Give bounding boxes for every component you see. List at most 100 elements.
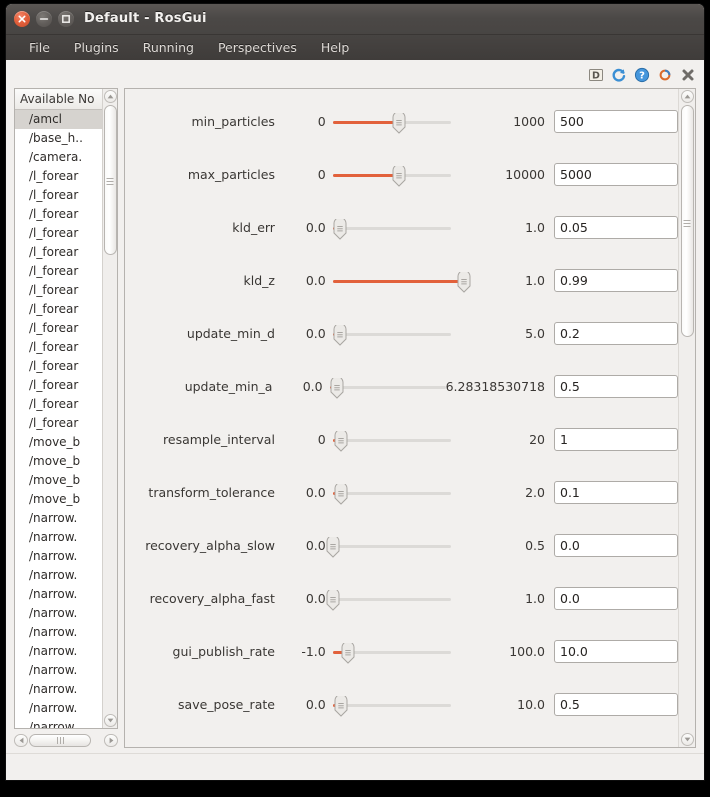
list-item[interactable]: /narrow. [15,604,102,623]
slider-handle[interactable] [457,269,471,293]
slider-handle[interactable] [392,110,406,134]
list-item[interactable]: /move_b [15,490,102,509]
list-item[interactable]: /l_forear [15,414,102,433]
reload-icon[interactable] [609,65,629,85]
list-item[interactable]: /amcl [15,110,102,129]
menu-help[interactable]: Help [310,37,361,58]
list-item[interactable]: /narrow. [15,623,102,642]
list-item[interactable]: /l_forear [15,243,102,262]
slider-handle[interactable] [333,322,347,346]
node-hscroll-thumb[interactable] [29,733,91,747]
scroll-down-arrow-icon[interactable] [103,714,117,727]
slider-track[interactable] [332,544,451,548]
window-close-button[interactable] [14,11,30,27]
parameter-slider[interactable] [326,534,451,558]
list-item[interactable]: /narrow. [15,642,102,661]
parameter-slider[interactable] [332,163,451,187]
parameter-value-input[interactable] [554,322,678,345]
parameter-slider[interactable] [326,587,451,611]
parameter-value-input[interactable] [553,375,678,398]
node-list-vertical-scrollbar[interactable] [102,89,117,728]
slider-handle[interactable] [330,375,344,399]
list-item[interactable]: /narrow. [15,528,102,547]
parameter-value-input[interactable] [554,163,678,186]
slider-handle[interactable] [333,216,347,240]
list-item[interactable]: /move_b [15,471,102,490]
parameter-value-input[interactable] [554,587,678,610]
list-item[interactable]: /l_forear [15,224,102,243]
slider-handle[interactable] [334,481,348,505]
slider-handle[interactable] [392,163,406,187]
slider-track[interactable] [332,491,451,495]
list-item[interactable]: /narrow. [15,566,102,585]
parameter-value-input[interactable] [554,269,678,292]
slider-track[interactable] [329,385,446,389]
parameter-value-input[interactable] [554,110,678,133]
node-list-horizontal-scrollbar[interactable] [14,732,118,748]
list-item[interactable]: /l_forear [15,205,102,224]
param-scroll-down-arrow-icon[interactable] [680,733,694,746]
list-item[interactable]: /base_h.. [15,129,102,148]
slider-handle[interactable] [334,428,348,452]
node-list-items[interactable]: /amcl/base_h.. /camera. /l_forear/l_forear… [15,110,102,728]
menu-perspectives[interactable]: Perspectives [207,37,308,58]
param-scroll-up-arrow-icon[interactable] [680,90,694,103]
node-hscroll-track[interactable] [29,733,103,747]
scroll-right-arrow-icon[interactable] [104,733,118,747]
scroll-up-arrow-icon[interactable] [103,90,117,103]
list-item[interactable]: /narrow. [15,509,102,528]
list-item[interactable]: /l_forear [15,395,102,414]
list-item[interactable]: /l_forear [15,319,102,338]
node-scroll-track[interactable] [103,105,117,712]
parameter-slider[interactable] [332,322,451,346]
slider-track[interactable] [332,597,451,601]
list-item[interactable]: /camera. [15,148,102,167]
close-plugin-icon[interactable] [678,65,698,85]
slider-handle[interactable] [326,587,340,611]
slider-track[interactable] [332,226,451,230]
list-item[interactable]: /narrow. [15,585,102,604]
menu-plugins[interactable]: Plugins [63,37,130,58]
parameter-value-input[interactable] [554,640,678,663]
dock-d-icon[interactable]: D [586,65,606,85]
list-item[interactable]: /move_b [15,433,102,452]
list-item[interactable]: /narrow. [15,718,102,728]
parameter-slider[interactable] [332,481,451,505]
parameter-slider[interactable] [332,693,451,717]
node-scroll-thumb[interactable] [103,105,117,255]
menu-file[interactable]: File [18,37,61,58]
window-maximize-button[interactable] [58,11,74,27]
list-item[interactable]: /narrow. [15,699,102,718]
list-item[interactable]: /narrow. [15,547,102,566]
parameter-value-input[interactable] [554,534,678,557]
list-item[interactable]: /narrow. [15,680,102,699]
slider-track[interactable] [332,703,451,707]
param-scroll-track[interactable] [680,105,694,731]
list-item[interactable]: /l_forear [15,262,102,281]
parameter-value-input[interactable] [554,428,678,451]
parameter-slider[interactable] [332,110,451,134]
slider-handle[interactable] [341,640,355,664]
parameter-slider[interactable] [332,216,451,240]
help-icon[interactable]: ? [632,65,652,85]
slider-track[interactable] [332,332,451,336]
list-item[interactable]: /l_forear [15,186,102,205]
slider-handle[interactable] [334,693,348,717]
parameter-slider[interactable] [332,640,451,664]
list-item[interactable]: /l_forear [15,167,102,186]
slider-track[interactable] [332,438,451,442]
parameter-vertical-scrollbar[interactable] [678,89,695,747]
parameter-value-input[interactable] [554,481,678,504]
parameter-slider[interactable] [332,428,451,452]
list-item[interactable]: /l_forear [15,300,102,319]
window-minimize-button[interactable] [36,11,52,27]
scroll-left-arrow-icon[interactable] [14,733,28,747]
list-item[interactable]: /move_b [15,452,102,471]
parameter-slider[interactable] [332,269,471,293]
menu-running[interactable]: Running [132,37,205,58]
list-item[interactable]: /l_forear [15,357,102,376]
parameter-slider[interactable] [329,375,446,399]
param-scroll-thumb[interactable] [680,105,694,337]
parameter-value-input[interactable] [554,216,678,239]
list-item[interactable]: /l_forear [15,338,102,357]
